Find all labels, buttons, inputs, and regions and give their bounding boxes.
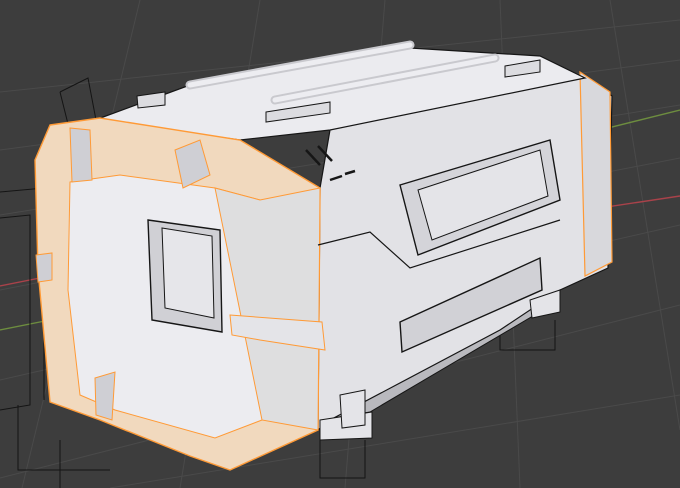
container-right-face <box>579 70 613 277</box>
front-window-inner <box>161 227 215 319</box>
3d-viewport[interactable] <box>0 0 680 488</box>
viewport-canvas[interactable] <box>0 0 680 488</box>
